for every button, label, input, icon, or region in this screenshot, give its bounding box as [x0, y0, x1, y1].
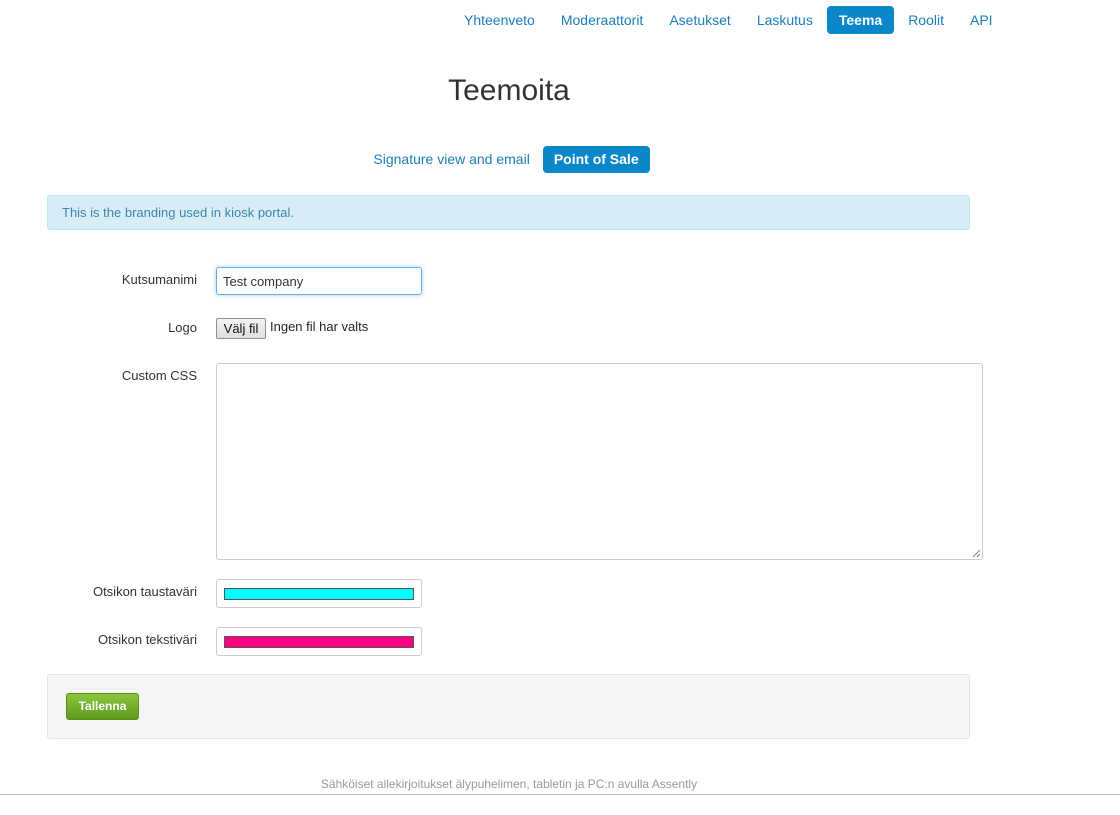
header-text-color-swatch — [224, 636, 414, 648]
logo-label: Logo — [168, 320, 197, 335]
company-name-input[interactable] — [216, 267, 422, 295]
choose-file-button[interactable]: Välj fil — [216, 318, 266, 339]
header-bg-color-label: Otsikon taustaväri — [92, 584, 197, 599]
nav-item-laskutus[interactable]: Laskutus — [745, 6, 825, 34]
page-title: Teemoita — [448, 74, 570, 107]
custom-css-textarea[interactable] — [216, 363, 983, 560]
info-alert-text: This is the branding used in kiosk porta… — [62, 205, 294, 220]
nav-item-moderaattorit[interactable]: Moderaattorit — [549, 6, 655, 34]
footer-text: Sähköiset allekirjoitukset älypuhelimen,… — [320, 777, 698, 791]
top-navigation: Yhteenveto Moderaattorit Asetukset Lasku… — [452, 6, 1007, 34]
nav-item-roolit[interactable]: Roolit — [896, 6, 956, 34]
header-text-color-label: Otsikon tekstiväri — [98, 632, 197, 647]
nav-item-asetukset[interactable]: Asetukset — [657, 6, 742, 34]
tab-point-of-sale[interactable]: Point of Sale — [542, 146, 650, 173]
nav-item-teema[interactable]: Teema — [826, 6, 895, 34]
info-alert: This is the branding used in kiosk porta… — [47, 195, 970, 230]
name-label: Kutsumanimi — [121, 272, 197, 287]
nav-item-api[interactable]: API — [958, 6, 1005, 34]
resize-grip-icon[interactable] — [971, 548, 981, 558]
header-bg-color-swatch — [224, 588, 414, 600]
save-button[interactable]: Tallenna — [66, 693, 139, 720]
header-text-color-picker[interactable] — [216, 627, 422, 656]
custom-css-label: Custom CSS — [121, 368, 197, 383]
form-actions: Tallenna — [47, 674, 970, 739]
footer-divider — [0, 794, 1120, 795]
nav-item-yhteenveto[interactable]: Yhteenveto — [452, 6, 547, 34]
file-status-text: Ingen fil har valts — [270, 319, 369, 334]
theme-subtabs: Signature view and email Point of Sale — [0, 146, 1018, 173]
tab-signature-view-email[interactable]: Signature view and email — [368, 146, 534, 173]
header-bg-color-picker[interactable] — [216, 579, 422, 608]
